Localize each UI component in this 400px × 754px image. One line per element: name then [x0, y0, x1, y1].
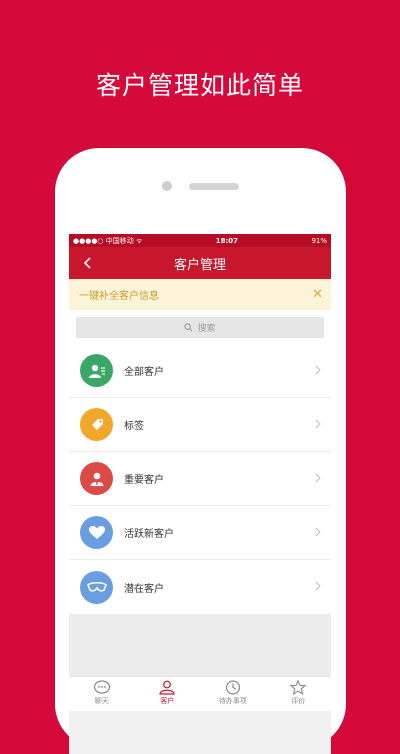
complete-info-banner[interactable]: 一键补全客户信息 ✕: [69, 279, 331, 310]
back-icon[interactable]: [81, 255, 95, 271]
search-input[interactable]: 搜索: [76, 317, 324, 338]
list-item-label: 潜在客户: [124, 583, 164, 595]
heart-icon: [80, 516, 113, 549]
chevron-right-icon: [315, 581, 321, 591]
potential-customer-icon: [80, 570, 113, 604]
tab-todo[interactable]: 待办事项: [200, 677, 266, 711]
list-item-important-customers[interactable]: 重要客户: [69, 452, 331, 506]
customer-list: 全部客户 标签 重要客户 活跃新客户 潜在客户: [69, 344, 331, 614]
tab-label: 评价: [291, 697, 306, 705]
chevron-right-icon: [315, 365, 321, 375]
banner-text: 一键补全客户信息: [79, 291, 159, 302]
headline: 客户管理如此简单: [95, 71, 304, 100]
tab-chat[interactable]: 聊天: [69, 677, 135, 711]
phone-camera: [162, 181, 172, 191]
list-item-label: 重要客户: [124, 475, 164, 486]
carrier-label: ●●●●○ 中国移动 ᯤ: [73, 236, 143, 245]
chevron-right-icon: [315, 473, 321, 483]
chevron-right-icon: [315, 419, 321, 429]
banner-close-icon[interactable]: ✕: [312, 287, 323, 302]
all-customers-icon: [80, 354, 113, 387]
search-area: 搜索: [69, 310, 331, 344]
search-placeholder: 搜索: [197, 324, 216, 334]
tab-reviews[interactable]: 评价: [266, 677, 332, 711]
page-title: 客户管理: [173, 257, 226, 273]
list-item-potential-customers[interactable]: 潜在客户: [69, 560, 331, 614]
customer-icon: [159, 680, 175, 695]
status-time: 18:07: [215, 236, 239, 245]
list-item-tags[interactable]: 标签: [69, 398, 331, 452]
status-bar: ●●●●○ 中国移动 ᯤ 18:07 91%: [69, 234, 331, 247]
nav-bar: 客户管理: [69, 247, 331, 279]
clock-icon: [225, 680, 240, 695]
list-item-label: 活跃新客户: [124, 529, 174, 540]
star-icon: [289, 680, 307, 695]
list-item-active-new-customers[interactable]: 活跃新客户: [69, 506, 331, 560]
tab-bar: 聊天 客户 待办事项 评价: [69, 676, 331, 711]
tag-icon: [80, 408, 113, 441]
tab-label: 待办事项: [218, 697, 247, 705]
battery-label: 91%: [311, 236, 327, 245]
important-customer-icon: [80, 462, 113, 495]
list-item-label: 标签: [124, 421, 144, 432]
tab-label: 聊天: [94, 697, 109, 705]
list-item-all-customers[interactable]: 全部客户: [69, 344, 331, 398]
tab-label: 客户: [160, 697, 175, 705]
phone-speaker: [189, 183, 239, 190]
chevron-right-icon: [315, 527, 321, 537]
chat-icon: [93, 680, 110, 694]
empty-area: [69, 614, 331, 684]
list-item-label: 全部客户: [124, 367, 164, 378]
search-icon: [184, 323, 193, 332]
phone-frame: ●●●●○ 中国移动 ᯤ 18:07 91% 客户管理 一键补全客户信息 ✕ 搜…: [55, 148, 346, 754]
tab-customers[interactable]: 客户: [135, 677, 201, 711]
